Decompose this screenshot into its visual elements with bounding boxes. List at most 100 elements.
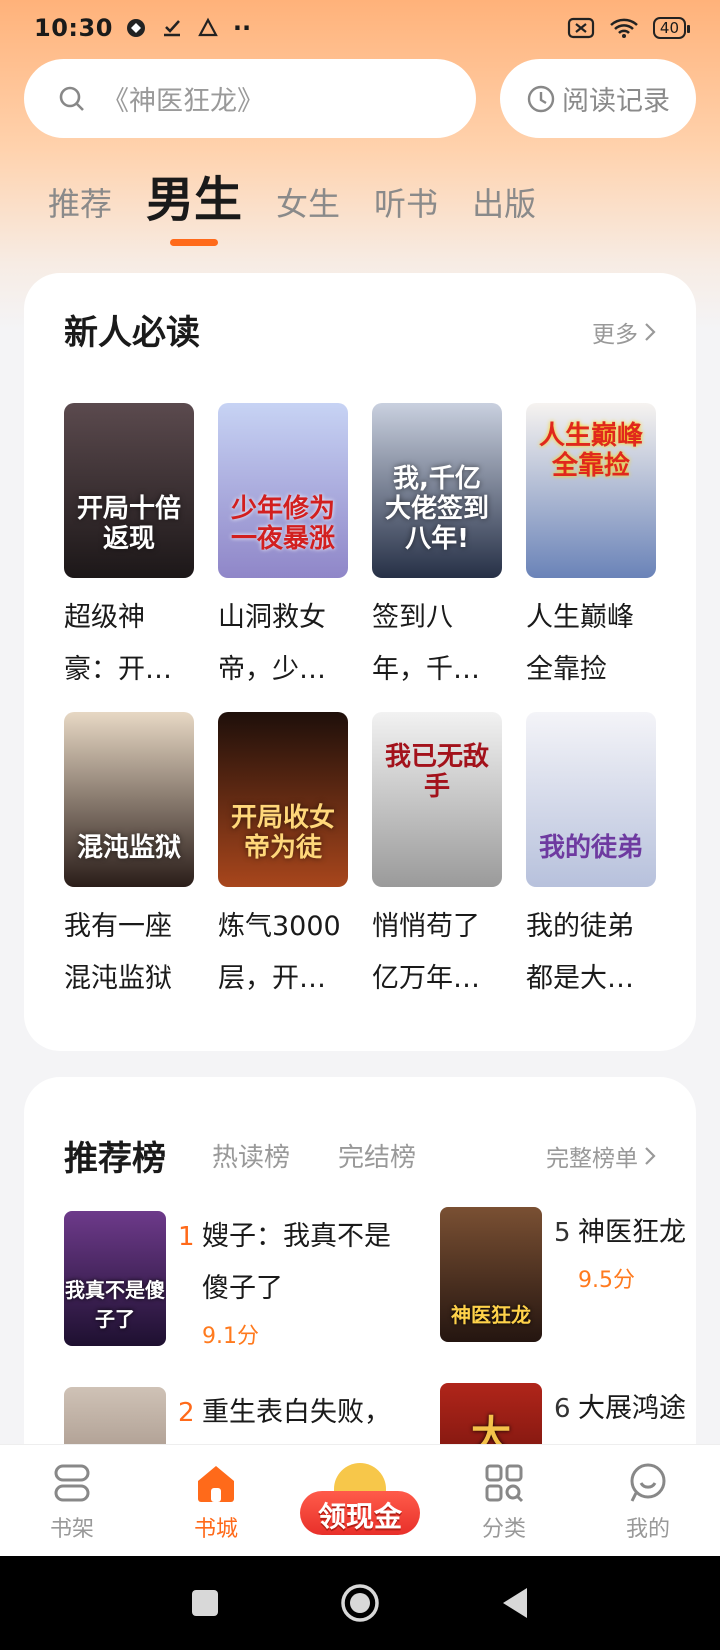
nav-get-cash[interactable]: 领现金	[288, 1445, 432, 1556]
rank-score: 9.5分	[578, 1268, 635, 1293]
book-card[interactable]: 人生巅峰全靠捡 人生巅峰全靠捡	[526, 403, 656, 696]
book-cover[interactable]: 混沌监狱	[64, 712, 194, 887]
home-icon[interactable]	[340, 1583, 380, 1623]
clock-icon	[527, 85, 555, 112]
bookshelf-icon	[48, 1459, 96, 1507]
book-title[interactable]: 我有一座混沌监狱	[64, 901, 194, 1005]
book-grid: 开局十倍返现超级神豪：开… 少年修为一夜暴涨山洞救女帝，少… 我,千亿大佬签到八…	[64, 403, 664, 1005]
tab-male-label: 男生	[146, 172, 243, 228]
book-card[interactable]: 开局收女帝为徒炼气3000层，开…	[218, 712, 348, 1005]
book-title[interactable]: 悄悄苟了亿万年…	[372, 901, 502, 1005]
book-card[interactable]: 我的徒弟我的徒弟都是大…	[526, 712, 656, 1005]
cover-title-art: 我已无敌手	[384, 742, 489, 802]
cover-title-art: 人生巅峰全靠捡	[538, 421, 643, 481]
book-cover[interactable]: 开局收女帝为徒	[218, 712, 348, 887]
book-cover[interactable]: 我的徒弟	[526, 712, 656, 887]
triangle-app-icon	[198, 17, 218, 37]
nav-category[interactable]: 分类	[432, 1445, 576, 1556]
book-card[interactable]: 开局十倍返现超级神豪：开…	[64, 403, 194, 696]
app-notification-icon	[126, 19, 145, 37]
tab-recommend-rank[interactable]: 推荐榜	[64, 1131, 166, 1180]
more-label: 更多	[592, 322, 638, 348]
book-cover[interactable]: 我已无敌手	[372, 712, 502, 887]
tab-hot-rank[interactable]: 热读榜	[212, 1137, 290, 1174]
recent-apps-icon[interactable]	[190, 1588, 220, 1618]
ranking-section: 推荐榜 热读榜 完结榜 完整榜单 我真不是傻子了 1 嫂子：我真不是傻子了 9.1…	[24, 1077, 698, 1522]
nav-profile[interactable]: 我的	[576, 1445, 720, 1556]
tab-active-indicator	[170, 239, 219, 246]
status-time: 10:30	[34, 14, 113, 42]
reading-history-button[interactable]: 阅读记录	[500, 59, 696, 138]
tab-finished-rank[interactable]: 完结榜	[338, 1137, 416, 1174]
rank-book-title[interactable]: 嫂子：我真不是傻子了	[202, 1211, 402, 1315]
nav-bookshelf-label: 书架	[49, 1516, 94, 1542]
cover-title-art: 我,千亿大佬签到八年!	[384, 464, 489, 554]
book-card[interactable]: 我,千亿大佬签到八年! 签到八年，千…	[372, 403, 502, 696]
cash-icon: 领现金	[300, 1461, 420, 1541]
cover-title-art: 开局收女帝为徒	[230, 803, 335, 863]
tab-recommend[interactable]: 推荐	[48, 184, 112, 228]
system-navigation-bar	[0, 1556, 720, 1650]
rank-number: 6	[554, 1394, 571, 1424]
book-cover[interactable]: 少年修为一夜暴涨	[218, 403, 348, 578]
search-placeholder: 《神医狂龙》	[102, 86, 264, 117]
full-list-label: 完整榜单	[546, 1146, 638, 1172]
cover-title-art: 少年修为一夜暴涨	[230, 494, 335, 554]
bottom-navigation: 书架 书城 领现金 分类 我的	[0, 1444, 720, 1556]
ranking-item[interactable]: 神医狂龙 5 神医狂龙 9.5分	[440, 1207, 698, 1342]
book-card[interactable]: 少年修为一夜暴涨山洞救女帝，少…	[218, 403, 348, 696]
book-card[interactable]: 混沌监狱我有一座混沌监狱	[64, 712, 194, 1005]
nav-profile-label: 我的	[625, 1516, 670, 1542]
book-cover[interactable]: 神医狂龙	[440, 1207, 542, 1342]
bookstore-icon	[192, 1459, 240, 1507]
book-card[interactable]: 我已无敌手悄悄苟了亿万年…	[372, 712, 502, 1005]
nav-category-label: 分类	[481, 1516, 526, 1542]
nav-bookshelf[interactable]: 书架	[0, 1445, 144, 1556]
rank-number: 1	[178, 1222, 195, 1252]
tab-audiobook[interactable]: 听书	[374, 184, 438, 228]
tab-male[interactable]: 男生	[146, 172, 243, 246]
tab-publishing[interactable]: 出版	[472, 184, 536, 228]
ranking-tabs: 推荐榜 热读榜 完结榜	[64, 1131, 464, 1180]
profile-icon	[624, 1459, 672, 1507]
rank-book-title[interactable]: 大展鸿途	[578, 1383, 698, 1435]
back-icon[interactable]	[500, 1586, 530, 1620]
book-cover[interactable]: 我真不是傻子了	[64, 1211, 166, 1346]
cover-title-art: 开局十倍返现	[76, 494, 181, 554]
more-dots-icon: ··	[232, 14, 252, 42]
status-bar: 10:30 ·· 40	[0, 0, 720, 56]
book-title[interactable]: 人生巅峰全靠捡	[526, 592, 656, 696]
rank-score: 9.1分	[202, 1324, 259, 1349]
rank-book-title[interactable]: 神医狂龙	[578, 1207, 698, 1259]
book-cover[interactable]: 人生巅峰全靠捡	[526, 403, 656, 578]
book-title[interactable]: 山洞救女帝，少…	[218, 592, 348, 696]
book-cover[interactable]: 我,千亿大佬签到八年!	[372, 403, 502, 578]
book-cover[interactable]: 开局十倍返现	[64, 403, 194, 578]
search-icon	[59, 86, 84, 111]
search-bar[interactable]: 《神医狂龙》	[24, 59, 476, 138]
cover-title-art: 混沌监狱	[76, 833, 181, 863]
rank-book-title[interactable]: 重生表白失败，	[202, 1387, 402, 1439]
tab-female[interactable]: 女生	[276, 184, 340, 228]
rank-number: 2	[178, 1398, 195, 1428]
ranking-item[interactable]: 我真不是傻子了 1 嫂子：我真不是傻子了 9.1分	[64, 1211, 402, 1359]
category-icon	[480, 1459, 528, 1507]
full-list-button[interactable]: 完整榜单	[546, 1139, 656, 1173]
section-title: 新人必读	[64, 313, 200, 353]
book-title[interactable]: 超级神豪：开…	[64, 592, 194, 696]
new-reader-section: 新人必读 更多 开局十倍返现超级神豪：开… 少年修为一夜暴涨山洞救女帝，少… 我…	[24, 273, 696, 1051]
book-title[interactable]: 炼气3000层，开…	[218, 901, 348, 1005]
cover-title-art: 我的徒弟	[538, 833, 643, 863]
reading-history-label: 阅读记录	[562, 86, 670, 117]
nav-bookstore-label: 书城	[193, 1516, 238, 1542]
sim-off-icon	[567, 17, 595, 39]
wifi-icon	[610, 18, 638, 38]
chevron-right-icon	[645, 323, 656, 341]
book-title[interactable]: 我的徒弟都是大…	[526, 901, 656, 1005]
nav-get-cash-label: 领现金	[317, 1499, 402, 1533]
cover-title-art: 神医狂龙	[451, 1303, 531, 1327]
channel-tabs: 推荐 男生 女生 听书 出版	[48, 168, 570, 246]
more-button[interactable]: 更多	[592, 315, 656, 349]
nav-bookstore[interactable]: 书城	[144, 1445, 288, 1556]
book-title[interactable]: 签到八年，千…	[372, 592, 502, 696]
